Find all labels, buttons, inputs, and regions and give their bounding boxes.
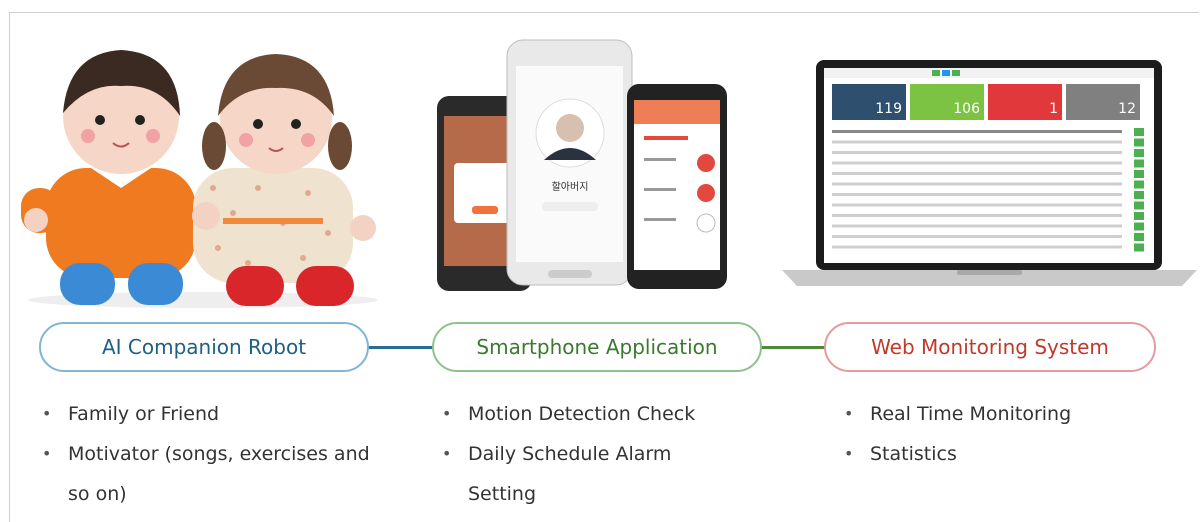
row-action-icon [1134,128,1144,136]
row-action-icon [1134,138,1144,147]
web-features-list: Real Time Monitoring Statistics [842,394,1162,474]
list-item: Motion Detection Check [440,394,740,434]
table-row [832,214,1122,217]
web-monitoring-system-label: Web Monitoring System [824,322,1156,372]
table-row [832,182,1122,186]
ai-companion-robot-label: AI Companion Robot [39,322,369,372]
smartphone-app-image: 할아버지 [437,39,727,291]
smartphone-application-label: Smartphone Application [432,322,762,372]
table-row [832,203,1122,207]
row-action-icon [1134,170,1144,178]
table-row [832,130,1122,133]
stat-value-2: 106 [953,101,980,117]
table-row [832,224,1122,228]
stat-value-1: 119 [875,101,902,117]
row-action-icon [1134,159,1144,168]
row-action-icon [1134,212,1144,220]
list-item: Real Time Monitoring [842,394,1162,434]
table-row [832,172,1122,175]
table-row [832,140,1122,144]
table-row [832,161,1122,165]
row-action-icon [1134,191,1144,199]
row-action-icon [1134,243,1144,252]
connector-app-web [760,346,826,349]
list-item: Statistics [842,434,1162,474]
companion-robots-image [21,50,378,308]
table-row [832,245,1122,249]
smartphone-application-text: Smartphone Application [476,335,718,359]
row-action-icon [1134,201,1144,210]
app-features-list: Motion Detection Check Daily Schedule Al… [440,394,740,514]
web-monitoring-system-text: Web Monitoring System [871,335,1109,359]
web-monitoring-image: 119 106 1 12 [782,60,1197,286]
stat-value-3: 1 [1049,101,1058,117]
list-item: Motivator (songs, exercises and so on) [40,434,370,514]
stat-value-4: 12 [1118,101,1136,117]
connector-robot-app [368,346,434,349]
list-item: Family or Friend [40,394,370,434]
row-action-icon [1134,149,1144,157]
robot-features-list: Family or Friend Motivator (songs, exerc… [40,394,370,514]
row-action-icon [1134,233,1144,241]
row-action-icon [1134,222,1144,231]
list-item: Daily Schedule Alarm Setting [440,434,740,514]
table-row [832,193,1122,196]
table-row [832,151,1122,154]
phone-caption: 할아버지 [552,181,589,193]
table-row [832,235,1122,238]
row-action-icon [1134,180,1144,189]
ai-companion-robot-text: AI Companion Robot [101,335,307,359]
